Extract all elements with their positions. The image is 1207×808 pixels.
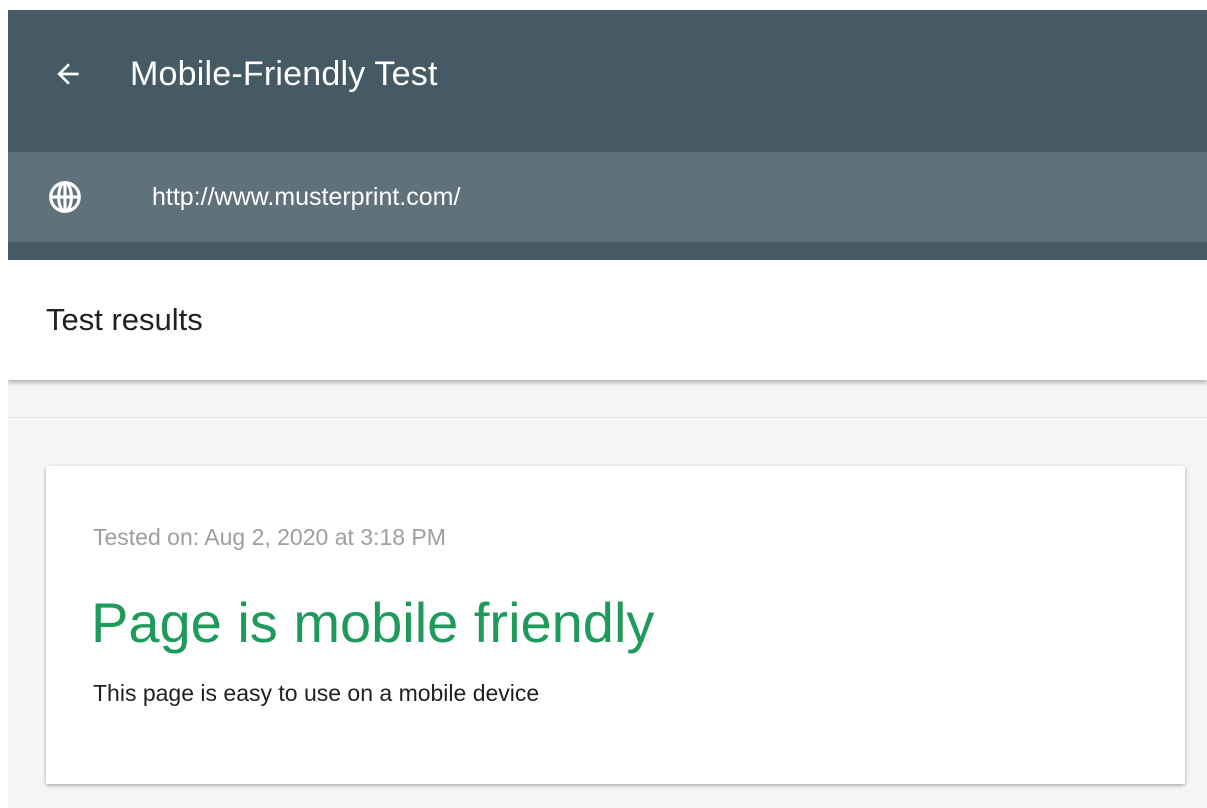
- globe-icon: [46, 178, 84, 216]
- back-button[interactable]: [48, 54, 88, 94]
- results-title: Test results: [46, 302, 203, 337]
- app-header: Mobile-Friendly Test: [8, 10, 1207, 260]
- page-title: Mobile-Friendly Test: [130, 55, 438, 93]
- result-card: Tested on: Aug 2, 2020 at 3:18 PM Page i…: [46, 466, 1185, 784]
- verdict-description: This page is easy to use on a mobile dev…: [93, 680, 540, 706]
- url-bar: [8, 152, 1207, 242]
- url-input[interactable]: [146, 170, 1146, 224]
- tested-on-timestamp: Tested on: Aug 2, 2020 at 3:18 PM: [93, 524, 446, 550]
- mobile-friendly-test-app: Mobile-Friendly Test Test results Tested…: [8, 10, 1207, 808]
- results-header: Test results: [8, 260, 1207, 380]
- arrow-back-icon: [52, 58, 84, 90]
- verdict-heading: Page is mobile friendly: [91, 591, 655, 654]
- divider: [8, 417, 1207, 418]
